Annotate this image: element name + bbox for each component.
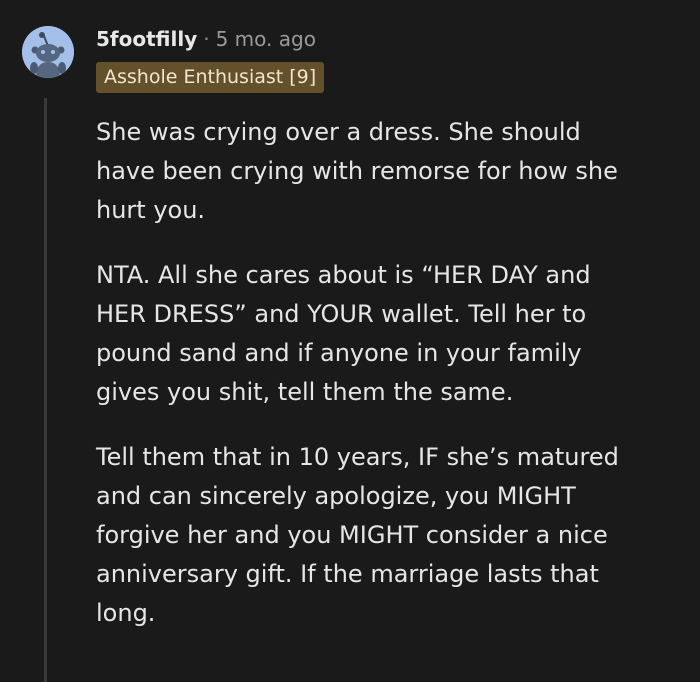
thread-collapse-line[interactable] <box>44 98 47 682</box>
comment-text-line: hurt you. <box>96 196 206 224</box>
comment-meta: 5footfilly · 5 mo. ago <box>96 24 316 54</box>
comment-text-line: She was crying over a dress. She should <box>96 118 581 146</box>
comment-text-line: NTA. All she cares about is “HER DAY and <box>96 261 591 289</box>
comment-text-line: Tell them that in 10 years, IF she’s mat… <box>96 443 619 471</box>
comment-text-line: have been crying with remorse for how sh… <box>96 157 618 185</box>
comment-timestamp[interactable]: 5 mo. ago <box>216 27 316 51</box>
avatar[interactable] <box>22 26 74 78</box>
comment-text-line: pound sand and if anyone in your family <box>96 339 582 367</box>
comment-text-line: and can sincerely apologize, you MIGHT <box>96 482 576 510</box>
author-name[interactable]: 5footfilly <box>96 27 197 51</box>
meta-separator: · <box>203 27 210 51</box>
comment-paragraph: She was crying over a dress. She should … <box>96 113 676 230</box>
comment-text-line: HER DRESS” and YOUR wallet. Tell her to <box>96 300 587 328</box>
comment-text-line: anniversary gift. If the marriage lasts … <box>96 560 599 588</box>
comment-text-line: forgive her and you MIGHT consider a nic… <box>96 521 608 549</box>
comment: 5footfilly · 5 mo. ago Asshole Enthusias… <box>0 0 700 682</box>
comment-text-line: long. <box>96 599 156 627</box>
user-flair: Asshole Enthusiast [9] <box>96 62 325 93</box>
snoo-avatar-icon <box>22 26 74 78</box>
comment-paragraph: NTA. All she cares about is “HER DAY and… <box>96 256 676 412</box>
comment-body: She was crying over a dress. She should … <box>96 113 676 659</box>
comment-text-line: gives you shit, tell them the same. <box>96 378 514 406</box>
comment-paragraph: Tell them that in 10 years, IF she’s mat… <box>96 438 676 633</box>
